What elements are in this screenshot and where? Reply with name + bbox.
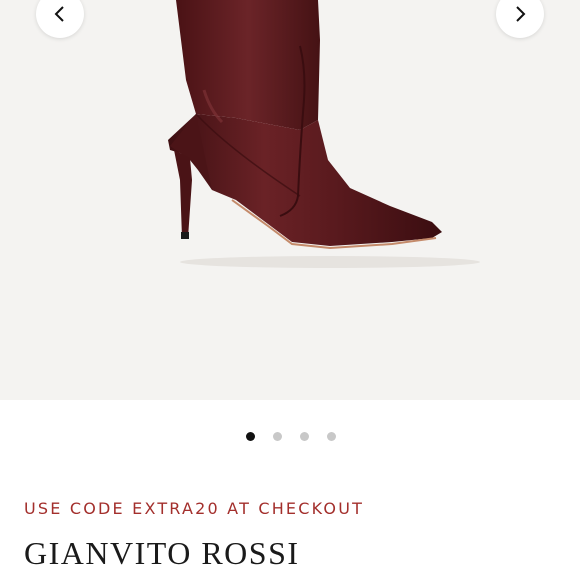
product-brand[interactable]: GIANVITO ROSSI bbox=[24, 535, 300, 572]
product-page: USE CODE EXTRA20 AT CHECKOUT GIANVITO RO… bbox=[0, 0, 580, 580]
product-image-carousel[interactable] bbox=[0, 0, 580, 400]
chevron-right-icon bbox=[516, 6, 526, 22]
carousel-dot-2[interactable] bbox=[273, 432, 282, 441]
chevron-left-icon bbox=[54, 6, 64, 22]
product-photo bbox=[168, 0, 480, 268]
carousel-pagination bbox=[0, 432, 580, 442]
carousel-dot-3[interactable] bbox=[300, 432, 309, 441]
carousel-dot-4[interactable] bbox=[327, 432, 336, 441]
carousel-dot-1[interactable] bbox=[246, 432, 255, 441]
promo-code-banner: USE CODE EXTRA20 AT CHECKOUT bbox=[24, 499, 365, 518]
